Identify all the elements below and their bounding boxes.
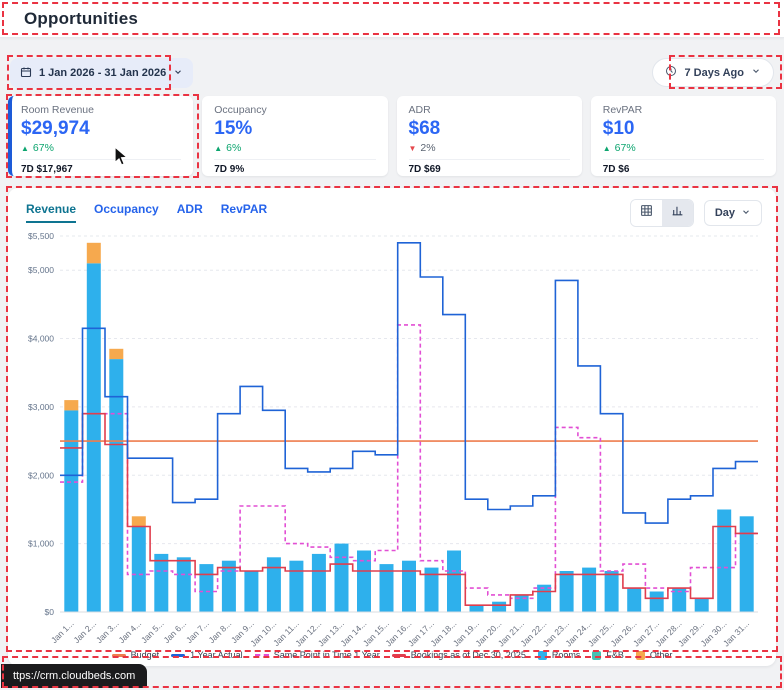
svg-text:Jan 3...: Jan 3... bbox=[94, 618, 121, 645]
kpi-label: RevPAR bbox=[602, 104, 643, 116]
kpi-delta: ▼ 2% bbox=[409, 142, 570, 154]
legend-label: Budget bbox=[130, 650, 160, 660]
legend-line-swatch bbox=[391, 653, 406, 657]
tab-occupancy[interactable]: Occupancy bbox=[94, 202, 159, 223]
svg-text:Jan 4...: Jan 4... bbox=[116, 618, 143, 645]
legend-item-other[interactable]: Other bbox=[635, 650, 673, 660]
bar-chart-icon bbox=[671, 204, 684, 222]
legend-label: F&B bbox=[606, 650, 624, 660]
granularity-dropdown[interactable]: Day bbox=[703, 200, 762, 226]
legend-label: Rooms bbox=[551, 650, 581, 660]
tab-revenue[interactable]: Revenue bbox=[26, 202, 77, 223]
legend-item-rooms[interactable]: Rooms bbox=[537, 650, 581, 660]
svg-text:$5,000: $5,000 bbox=[28, 265, 54, 275]
legend-item-same-point-in-time-1-year[interactable]: Same Point in Time 1 Year bbox=[254, 650, 380, 660]
kpi-card-adr[interactable]: ADR $68 ▼ 2% 7D $69 bbox=[396, 96, 582, 176]
legend-label: Other bbox=[649, 650, 673, 660]
svg-text:$2,000: $2,000 bbox=[28, 470, 54, 480]
kpi-delta-value: 2% bbox=[420, 142, 436, 154]
legend-label: 1 Year Actual bbox=[190, 650, 243, 660]
date-range-picker[interactable]: 1 Jan 2026 - 31 Jan 2026 bbox=[10, 58, 194, 88]
kpi-label: ADR bbox=[408, 104, 431, 116]
calendar-icon bbox=[20, 66, 32, 81]
legend-item-bookings-as-of-dec-30-2025[interactable]: Bookings as of Dec 30, 2025 bbox=[391, 650, 526, 660]
legend-item-f-b[interactable]: F&B bbox=[592, 650, 624, 660]
kpi-footer: 7D $17,967 bbox=[21, 159, 182, 175]
svg-text:Jan 8...: Jan 8... bbox=[207, 618, 234, 645]
svg-text:Jan 7...: Jan 7... bbox=[184, 618, 211, 645]
status-url-text: ttps://crm.cloudbeds.com bbox=[13, 670, 136, 682]
down-arrow-icon: ▼ bbox=[408, 143, 417, 153]
revenue-chart[interactable]: $0 $1,000 $2,000 $3,000 $4,000 $5,000 $5,500 Ja… bbox=[14, 228, 766, 657]
svg-text:Jan 2...: Jan 2... bbox=[71, 618, 98, 645]
kpi-footer: 7D $69 bbox=[408, 159, 570, 175]
kpi-card-occupancy[interactable]: Occupancy 15% ▲ 6% 7D 9% bbox=[202, 96, 388, 176]
legend-square-swatch bbox=[592, 650, 602, 660]
kpi-card-revpar[interactable]: RevPAR $10 ▲ 67% 7D $6 bbox=[590, 96, 776, 176]
legend-dash-swatch bbox=[254, 654, 269, 656]
kpi-delta-value: 67% bbox=[614, 142, 636, 154]
kpi-label: Room Revenue bbox=[21, 104, 94, 116]
metric-tabs: Revenue Occupancy ADR RevPAR bbox=[26, 202, 267, 223]
table-grid-icon bbox=[640, 204, 653, 222]
kpi-delta: ▲ 67% bbox=[603, 142, 764, 154]
kpi-footer: 7D $6 bbox=[602, 159, 764, 175]
svg-text:Jan 1...: Jan 1... bbox=[49, 618, 76, 645]
svg-text:$0: $0 bbox=[45, 607, 55, 617]
legend-label: Bookings as of Dec 30, 2025 bbox=[410, 650, 526, 660]
granularity-label: Day bbox=[714, 207, 735, 219]
kpi-value: $68 bbox=[408, 118, 441, 139]
table-view-button[interactable] bbox=[630, 200, 662, 226]
kpi-delta-value: 67% bbox=[32, 142, 54, 154]
chevron-down-icon bbox=[173, 67, 183, 80]
svg-text:$5,500: $5,500 bbox=[28, 231, 54, 241]
opportunities-page: Opportunities 1 Jan 2026 - 31 Jan 2026 7… bbox=[0, 0, 784, 690]
compare-period-label: 7 Days Ago bbox=[684, 66, 744, 79]
up-arrow-icon: ▲ bbox=[214, 143, 223, 153]
compare-period-dropdown[interactable]: 7 Days Ago bbox=[652, 58, 774, 87]
tab-adr[interactable]: ADR bbox=[177, 202, 203, 223]
kpi-delta-value: 6% bbox=[226, 142, 242, 154]
chart-panel: Revenue Occupancy ADR RevPAR Day $0 $1,0… bbox=[8, 188, 776, 666]
chart-view-button[interactable] bbox=[661, 200, 693, 226]
svg-text:Jan 5...: Jan 5... bbox=[139, 618, 166, 645]
kpi-card-room-revenue[interactable]: Room Revenue $29,974 ▲ 67% 7D $17,967 bbox=[8, 96, 194, 176]
chevron-down-icon bbox=[741, 207, 751, 220]
legend-item-budget[interactable]: Budget bbox=[111, 650, 160, 660]
kpi-footer: 7D 9% bbox=[214, 159, 376, 175]
svg-text:$1,000: $1,000 bbox=[28, 539, 54, 549]
tab-revpar[interactable]: RevPAR bbox=[221, 202, 267, 223]
kpi-value: 15% bbox=[214, 118, 253, 139]
view-toggle bbox=[629, 199, 694, 227]
kpi-value: $29,974 bbox=[21, 118, 90, 139]
legend-label: Same Point in Time 1 Year bbox=[273, 650, 380, 660]
legend-line-swatch bbox=[111, 653, 126, 657]
legend-square-swatch bbox=[635, 650, 645, 660]
legend-line-swatch bbox=[171, 653, 186, 657]
kpi-delta: ▲ 67% bbox=[21, 142, 181, 154]
browser-status-url: ttps://crm.cloudbeds.com bbox=[1, 664, 148, 688]
kpi-row: Room Revenue $29,974 ▲ 67% 7D $17,967 Oc… bbox=[8, 96, 776, 176]
date-range-label: 1 Jan 2026 - 31 Jan 2026 bbox=[39, 67, 167, 79]
kpi-value: $10 bbox=[602, 118, 635, 139]
history-clock-icon bbox=[665, 65, 677, 80]
legend-item-1-year-actual[interactable]: 1 Year Actual bbox=[171, 650, 243, 660]
up-arrow-icon: ▲ bbox=[602, 143, 611, 153]
up-arrow-icon: ▲ bbox=[21, 143, 29, 153]
svg-text:$4,000: $4,000 bbox=[28, 334, 54, 344]
chart-legend: Budget 1 Year Actual Same Point in Time 1 … bbox=[8, 650, 776, 660]
kpi-label: Occupancy bbox=[214, 104, 267, 116]
svg-text:$3,000: $3,000 bbox=[28, 402, 54, 412]
kpi-delta: ▲ 6% bbox=[214, 142, 375, 154]
chevron-down-icon bbox=[751, 66, 761, 79]
chart-view-controls: Day bbox=[629, 199, 762, 227]
app-header: Opportunities bbox=[0, 0, 784, 38]
svg-text:Jan 6...: Jan 6... bbox=[161, 618, 188, 645]
revenue-chart-svg: $0 $1,000 $2,000 $3,000 $4,000 $5,000 $5,500 Ja… bbox=[28, 231, 758, 648]
page-title: Opportunities bbox=[24, 8, 139, 28]
legend-square-swatch bbox=[537, 650, 547, 660]
